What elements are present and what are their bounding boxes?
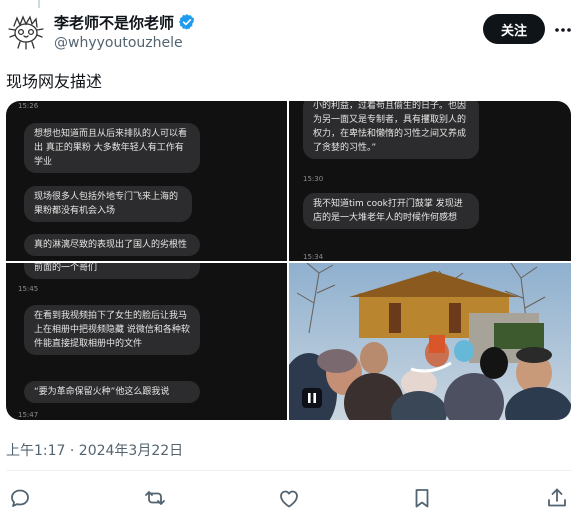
media-grid: 15:26 想想也知道而且从后来排队的人可以看出 真正的果粉 大多数年轻人有工作…: [6, 101, 571, 420]
share-icon[interactable]: [545, 486, 569, 510]
thread-connector-line: [38, 0, 40, 8]
message-timestamp: 15:30: [303, 175, 324, 183]
media-image-1[interactable]: 15:26 想想也知道而且从后来排队的人可以看出 真正的果粉 大多数年轻人有工作…: [6, 101, 287, 261]
chat-bubble: 想想也知道而且从后来排队的人可以看出 真正的果粉 大多数年轻人有工作有学业: [24, 123, 200, 173]
chat-bubble: 现场很多人包括外地专门飞来上海的果粉都没有机会入场: [24, 186, 192, 222]
crowd-scene-image: [289, 263, 571, 420]
chat-bubble: “要为革命保留火种”他这么跟我说: [24, 381, 200, 403]
follow-button[interactable]: 关注: [483, 14, 545, 44]
chat-bubble: 在看到我视频拍下了女生的脸后让我马上在相册中把视频隐藏 说微信和各种软件能直接提…: [24, 305, 200, 355]
message-timestamp: 15:45: [18, 285, 39, 293]
retweet-icon[interactable]: [143, 486, 167, 510]
author-names: 李老师不是你老师 @whyyoutouzhele: [54, 12, 196, 51]
media-image-2[interactable]: 小的利益，过着苟且偷生的日子。也因为另一面又是专制者，具有攫取别人的权力，在卑怯…: [289, 101, 571, 261]
tweet-actions: [0, 486, 586, 512]
author-handle[interactable]: @whyyoutouzhele: [54, 35, 196, 51]
verified-badge-icon: [178, 14, 194, 30]
pause-icon[interactable]: [302, 388, 322, 408]
message-timestamp: 15:47: [18, 411, 39, 419]
chat-bubble: 真的淋漓尽致的表现出了国人的劣根性: [24, 234, 200, 256]
divider: [6, 470, 572, 471]
reply-icon[interactable]: [8, 486, 32, 510]
avatar[interactable]: [6, 12, 46, 52]
bookmark-icon[interactable]: [410, 486, 434, 510]
tweet-header: 李老师不是你老师 @whyyoutouzhele 关注: [0, 10, 586, 58]
chat-bubble: 前面的一个哥们: [24, 263, 200, 279]
chat-bubble: 我不知道tim cook打开门鼓掌 发现进店的是一大堆老年人的时候作何感想: [303, 193, 479, 229]
display-name[interactable]: 李老师不是你老师: [54, 12, 174, 33]
chat-bubble: 小的利益，过着苟且偷生的日子。也因为另一面又是专制者，具有攫取别人的权力，在卑怯…: [303, 101, 479, 159]
media-image-3[interactable]: 前面的一个哥们 15:45 在看到我视频拍下了女生的脸后让我马上在相册中把视频隐…: [6, 263, 287, 420]
message-timestamp: 15:34: [303, 253, 324, 261]
like-icon[interactable]: [277, 486, 301, 510]
media-video-thumbnail[interactable]: [289, 263, 571, 420]
tweet-text: 现场网友描述: [6, 72, 103, 91]
more-dots-icon[interactable]: [553, 20, 573, 40]
tweet-timestamp[interactable]: 上午1:17 · 2024年3月22日: [6, 440, 183, 460]
message-timestamp: 15:26: [18, 102, 39, 110]
